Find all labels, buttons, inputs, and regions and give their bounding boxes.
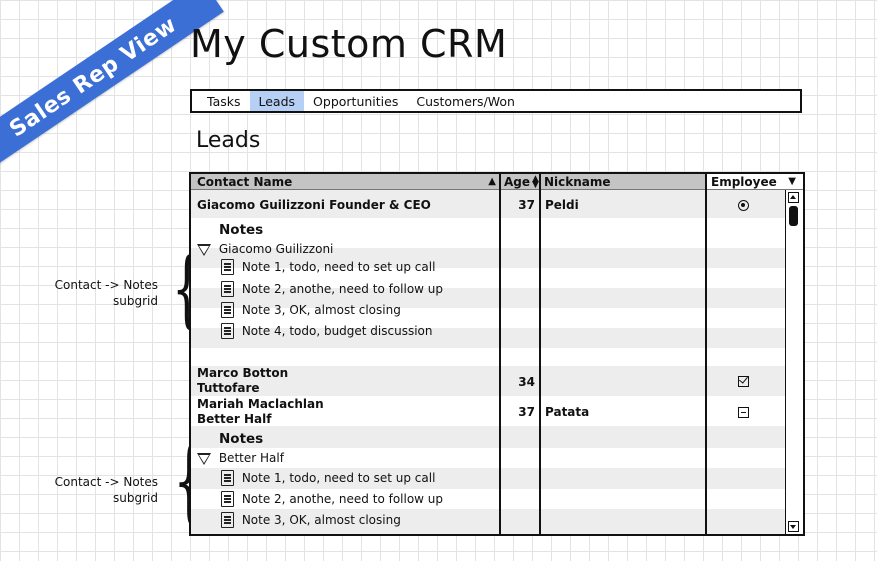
row-band [191, 426, 787, 448]
employee-checkbox[interactable] [738, 376, 749, 387]
lead-age: 34 [518, 375, 535, 389]
tab-customers-won[interactable]: Customers/Won [407, 91, 524, 111]
header-contact-label: Contact Name [197, 174, 293, 189]
note-item[interactable]: Note 2, anothe, need to follow up [221, 281, 443, 297]
notes-group-label: Better Half [218, 451, 284, 465]
note-label: Note 3, OK, almost closing [241, 302, 401, 317]
annotation-line1: Contact -> Notes [54, 475, 158, 489]
contact-title-line: Better Half [197, 412, 272, 426]
header-nickname[interactable]: Nickname [541, 174, 705, 190]
tab-leads[interactable]: Leads [249, 91, 305, 111]
lead-nickname: Patata [545, 405, 590, 419]
document-icon [221, 281, 234, 297]
vertical-scrollbar[interactable] [785, 190, 803, 534]
notes-group-row[interactable]: Giacomo Guilizzoni [197, 242, 333, 257]
column-divider [499, 174, 501, 534]
tab-bar: Tasks Leads Opportunities Customers/Won [190, 89, 802, 113]
note-label: Note 1, todo, need to set up call [241, 259, 436, 274]
column-menu-icon[interactable]: ▼ [788, 176, 796, 187]
lead-age: 37 [518, 198, 535, 212]
note-item[interactable]: Note 3, OK, almost closing [221, 512, 401, 528]
lead-age: 37 [518, 405, 535, 419]
document-icon [221, 512, 234, 528]
employee-checkbox[interactable] [738, 407, 749, 418]
sort-asc-icon[interactable]: ▲ [488, 176, 496, 187]
lead-contact-name[interactable]: Mariah Maclachlan Better Half [197, 397, 324, 427]
leads-grid: Contact Name ▲ Age ▲ ▼ Nickname Employee … [189, 172, 805, 536]
scroll-up-icon[interactable] [788, 192, 799, 203]
row-band [191, 348, 787, 366]
note-item[interactable]: Note 2, anothe, need to follow up [221, 491, 443, 507]
header-employee-label: Employee [711, 174, 777, 189]
banner-text: Sales Rep View [4, 11, 182, 143]
document-icon [221, 470, 234, 486]
column-divider [705, 174, 707, 534]
app-title: My Custom CRM [190, 22, 508, 66]
notes-title: Notes [219, 431, 264, 447]
scroll-thumb[interactable] [789, 206, 798, 226]
lead-contact-name[interactable]: Marco Botton Tuttofare [197, 366, 288, 396]
header-contact-name[interactable]: Contact Name ▲ [191, 174, 499, 190]
annotation-line2: subgrid [113, 491, 158, 505]
document-icon [221, 491, 234, 507]
header-nickname-label: Nickname [544, 174, 611, 189]
header-employee[interactable]: Employee ▼ [707, 174, 803, 190]
notes-group-label: Giacomo Guilizzoni [218, 242, 334, 256]
scroll-down-icon[interactable] [788, 521, 799, 532]
note-item[interactable]: Note 3, OK, almost closing [221, 302, 401, 318]
document-icon [221, 302, 234, 318]
note-label: Note 3, OK, almost closing [241, 512, 401, 527]
lead-contact-name[interactable]: Giacomo Guilizzoni Founder & CEO [197, 198, 431, 213]
annotation-subgrid-2: Contact -> Notes subgrid [38, 474, 158, 506]
note-label: Note 4, todo, budget discussion [241, 323, 433, 338]
contact-name-line: Marco Botton [197, 366, 289, 380]
header-age-label: Age [504, 174, 531, 189]
note-label: Note 1, todo, need to set up call [241, 470, 436, 485]
column-divider [539, 174, 541, 534]
note-item[interactable]: Note 4, todo, budget discussion [221, 323, 433, 339]
note-item[interactable]: Note 1, todo, need to set up call [221, 470, 435, 486]
contact-name-line: Mariah Maclachlan [197, 397, 324, 411]
tab-tasks[interactable]: Tasks [198, 91, 250, 111]
section-title: Leads [196, 128, 261, 153]
notes-title: Notes [219, 222, 264, 238]
annotation-line2: subgrid [113, 294, 158, 308]
annotation-subgrid-1: Contact -> Notes subgrid [38, 277, 158, 309]
document-icon [221, 323, 234, 339]
expand-triangle-icon[interactable] [197, 243, 211, 256]
header-age[interactable]: Age ▲ ▼ [501, 174, 539, 190]
expand-triangle-icon[interactable] [197, 452, 211, 465]
contact-title-line: Tuttofare [197, 381, 260, 395]
note-label: Note 2, anothe, need to follow up [241, 491, 444, 506]
tab-opportunities[interactable]: Opportunities [304, 91, 407, 111]
note-item[interactable]: Note 1, todo, need to set up call [221, 259, 435, 275]
employee-radio[interactable] [738, 200, 749, 211]
notes-group-row[interactable]: Better Half [197, 451, 284, 466]
lead-nickname: Peldi [545, 198, 579, 212]
note-label: Note 2, anothe, need to follow up [241, 281, 444, 296]
annotation-line1: Contact -> Notes [54, 278, 158, 292]
sort-both-icon[interactable]: ▲ ▼ [532, 174, 539, 189]
document-icon [221, 259, 234, 275]
